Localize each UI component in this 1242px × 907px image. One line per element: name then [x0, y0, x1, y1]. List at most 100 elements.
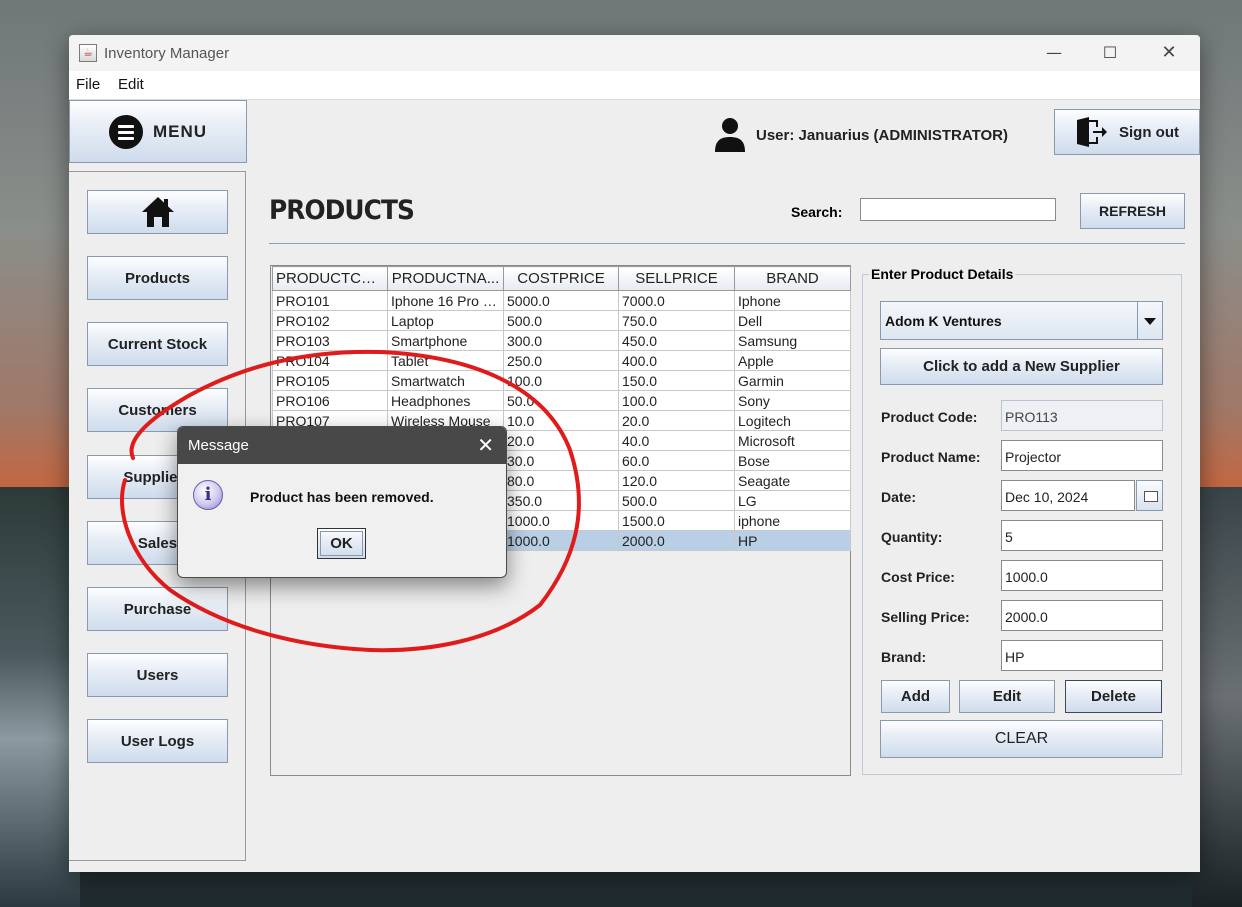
- table-cell: 750.0: [618, 310, 735, 331]
- column-header-sell-price[interactable]: SELLPRICE: [618, 266, 735, 291]
- column-header-brand[interactable]: BRAND: [734, 266, 851, 291]
- refresh-button[interactable]: REFRESH: [1080, 193, 1185, 229]
- sidebar-item-purchase[interactable]: Purchase: [87, 587, 228, 631]
- product-name-field[interactable]: Projector: [1001, 440, 1163, 471]
- sidebar-item-label: Customers: [118, 401, 197, 419]
- table-cell: Logitech: [734, 410, 851, 431]
- sign-out-button[interactable]: Sign out: [1054, 109, 1200, 155]
- brand-field[interactable]: HP: [1001, 640, 1163, 671]
- search-label: Search:: [791, 204, 843, 220]
- info-icon: i: [193, 480, 223, 510]
- product-code-field[interactable]: PRO113: [1001, 400, 1163, 431]
- chevron-down-icon[interactable]: [1137, 302, 1162, 339]
- table-cell: 20.0: [503, 430, 619, 451]
- table-cell: PRO104: [272, 350, 388, 371]
- table-cell: 100.0: [618, 390, 735, 411]
- table-cell: Smartphone: [387, 330, 504, 351]
- table-row[interactable]: PRO105 Smartwatch 100.0 150.0 Garmin: [272, 370, 851, 391]
- table-cell: 10.0: [503, 410, 619, 431]
- table-cell: 150.0: [618, 370, 735, 391]
- maximize-icon[interactable]: ☐: [1087, 39, 1133, 67]
- menu-label: MENU: [152, 121, 208, 141]
- table-cell: 80.0: [503, 470, 619, 491]
- table-cell: iphone: [734, 510, 851, 531]
- sidebar-item-home[interactable]: [87, 190, 228, 234]
- product-name-label: Product Name:: [881, 449, 981, 465]
- supplier-selected-value: Adom K Ventures: [885, 313, 1002, 329]
- table-header-row: PRODUCTCO... PRODUCTNA... COSTPRICE SELL…: [272, 266, 851, 291]
- column-header-cost-price[interactable]: COSTPRICE: [503, 266, 619, 291]
- brand-label: Brand:: [881, 649, 927, 665]
- sidebar-item-products[interactable]: Products: [87, 256, 228, 300]
- menu-bar: File Edit: [69, 71, 1200, 100]
- hamburger-icon: [108, 114, 143, 149]
- menu-file[interactable]: File: [76, 76, 100, 93]
- clear-button[interactable]: CLEAR: [880, 720, 1163, 758]
- minimize-icon[interactable]: —: [1031, 39, 1077, 67]
- desktop-wallpaper: [0, 487, 80, 907]
- table-cell: 250.0: [503, 350, 619, 371]
- table-cell: Iphone: [734, 290, 851, 311]
- table-row[interactable]: PRO104 Tablet 250.0 400.0 Apple: [272, 350, 851, 371]
- cost-price-label: Cost Price:: [881, 569, 955, 585]
- table-cell: LG: [734, 490, 851, 511]
- dialog-title-bar: Message ✕: [178, 427, 506, 464]
- date-label: Date:: [881, 489, 917, 505]
- table-cell: 60.0: [618, 450, 735, 471]
- sidebar-item-user-logs[interactable]: User Logs: [87, 719, 228, 763]
- table-cell: 100.0: [503, 370, 619, 391]
- table-row[interactable]: PRO101 Iphone 16 Pro M... 5000.0 7000.0 Ipho…: [272, 290, 851, 311]
- table-cell: PRO106: [272, 390, 388, 411]
- title-bar: ☕ Inventory Manager — ☐ ✕: [69, 35, 1200, 71]
- user-icon: [715, 118, 745, 152]
- table-cell: PRO102: [272, 310, 388, 331]
- table-cell: 1000.0: [503, 530, 619, 551]
- quantity-field[interactable]: 5: [1001, 520, 1163, 551]
- close-icon[interactable]: ✕: [477, 433, 494, 457]
- home-icon: [141, 197, 174, 227]
- product-details-legend: Enter Product Details: [869, 266, 1016, 282]
- delete-button[interactable]: Delete: [1065, 680, 1162, 713]
- ok-button[interactable]: OK: [317, 528, 366, 559]
- java-cup-icon: ☕: [79, 44, 97, 62]
- sidebar-item-label: Sales: [137, 534, 178, 552]
- table-cell: 5000.0: [503, 290, 619, 311]
- quantity-label: Quantity:: [881, 529, 943, 545]
- add-supplier-button[interactable]: Click to add a New Supplier: [880, 348, 1163, 385]
- table-cell: 300.0: [503, 330, 619, 351]
- table-cell: Garmin: [734, 370, 851, 391]
- close-icon[interactable]: ✕: [1146, 39, 1192, 67]
- message-dialog: Message ✕ i Product has been removed. OK: [177, 426, 507, 578]
- column-header-product-name[interactable]: PRODUCTNA...: [387, 266, 504, 291]
- table-cell: Seagate: [734, 470, 851, 491]
- calendar-icon[interactable]: [1136, 480, 1163, 511]
- menu-edit[interactable]: Edit: [118, 76, 144, 93]
- column-header-product-code[interactable]: PRODUCTCO...: [272, 266, 388, 291]
- user-label: User: Januarius (ADMINISTRATOR): [756, 127, 1008, 144]
- table-row[interactable]: PRO103 Smartphone 300.0 450.0 Samsung: [272, 330, 851, 351]
- table-cell: Bose: [734, 450, 851, 471]
- cost-price-field[interactable]: 1000.0: [1001, 560, 1163, 591]
- table-cell: 30.0: [503, 450, 619, 471]
- window-title: Inventory Manager: [104, 45, 230, 62]
- edit-button[interactable]: Edit: [959, 680, 1055, 713]
- header-divider: [269, 243, 1185, 244]
- table-cell: 50.0: [503, 390, 619, 411]
- selling-price-field[interactable]: 2000.0: [1001, 600, 1163, 631]
- menu-header-button[interactable]: MENU: [69, 100, 247, 163]
- sidebar-item-users[interactable]: Users: [87, 653, 228, 697]
- selling-price-label: Selling Price:: [881, 609, 970, 625]
- sidebar-item-label: Purchase: [123, 600, 192, 618]
- search-input[interactable]: [860, 198, 1056, 221]
- table-cell: 1500.0: [618, 510, 735, 531]
- table-cell: PRO103: [272, 330, 388, 351]
- sidebar-item-current-stock[interactable]: Current Stock: [87, 322, 228, 366]
- table-row[interactable]: PRO106 Headphones 50.0 100.0 Sony: [272, 390, 851, 411]
- table-cell: 450.0: [618, 330, 735, 351]
- add-button[interactable]: Add: [881, 680, 950, 713]
- date-field[interactable]: Dec 10, 2024: [1001, 480, 1135, 511]
- sidebar-item-label: Products: [124, 269, 190, 287]
- supplier-dropdown[interactable]: Adom K Ventures: [880, 301, 1163, 340]
- table-row[interactable]: PRO102 Laptop 500.0 750.0 Dell: [272, 310, 851, 331]
- table-cell: 120.0: [618, 470, 735, 491]
